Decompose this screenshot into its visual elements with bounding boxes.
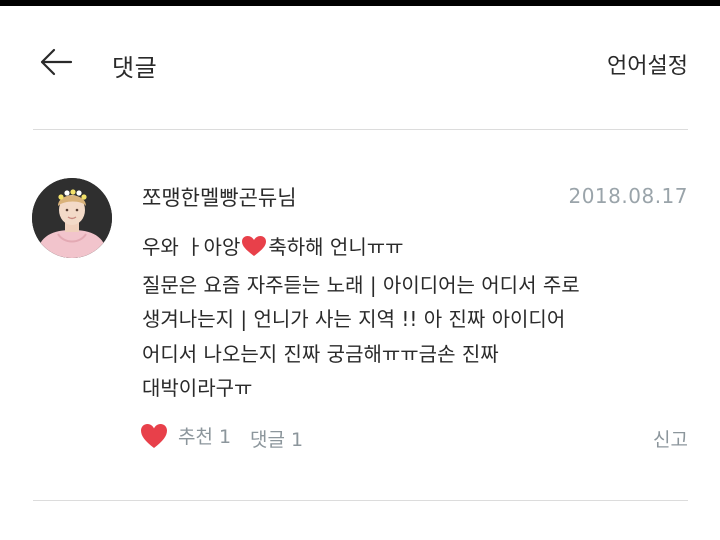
report-button[interactable]: 신고 (653, 425, 688, 452)
comment-text: 축하해 언니ㅠㅠ (268, 235, 404, 259)
header: 댓글 언어설정 (0, 6, 720, 118)
heart-emoji-icon (241, 233, 267, 268)
comment-actions: 추천 1 댓글 1 신고 (140, 422, 690, 454)
back-arrow-icon (40, 48, 73, 76)
comment-line: 어디서 나오는지 진짜 궁금해ㅠㅠ금손 진짜 (142, 341, 499, 366)
divider (33, 500, 688, 501)
reply-button[interactable]: 댓글 1 (250, 425, 303, 452)
language-setting-button[interactable]: 언어설정 (607, 48, 688, 80)
comment-line: 우와 ㅏ아앙 축하해 언니ㅠㅠ (142, 230, 692, 268)
heart-icon (141, 423, 167, 448)
comment-line: 질문은 요즘 자주듣는 노래 | 아이디어는 어디서 주로 (142, 272, 580, 297)
comment-date: 2018.08.17 (568, 184, 688, 208)
comment-text: 우와 ㅏ아앙 (142, 235, 241, 259)
comment-line: 대박이라구ㅠ (142, 376, 253, 400)
avatar[interactable] (32, 178, 112, 258)
comment-author[interactable]: 쪼맹한멜빵곤듀님 (142, 182, 297, 212)
comment-line: 생겨나는지 | 언니가 사는 지역 !! 아 진짜 아이디어 (142, 307, 566, 331)
like-count-label: 추천 1 (178, 426, 232, 448)
back-button[interactable] (34, 42, 78, 82)
comment-item: 쪼맹한멜빵곤듀님 2018.08.17 우와 ㅏ아앙 축하해 언니ㅠㅠ 질문은 요… (0, 130, 720, 500)
comment-body: 우와 ㅏ아앙 축하해 언니ㅠㅠ 질문은 요즘 자주듣는 노래 | 아이디어는 어디… (142, 230, 692, 406)
like-button[interactable]: 추천 1 (140, 422, 231, 449)
avatar-photo (32, 178, 112, 258)
page-title: 댓글 (112, 54, 158, 82)
